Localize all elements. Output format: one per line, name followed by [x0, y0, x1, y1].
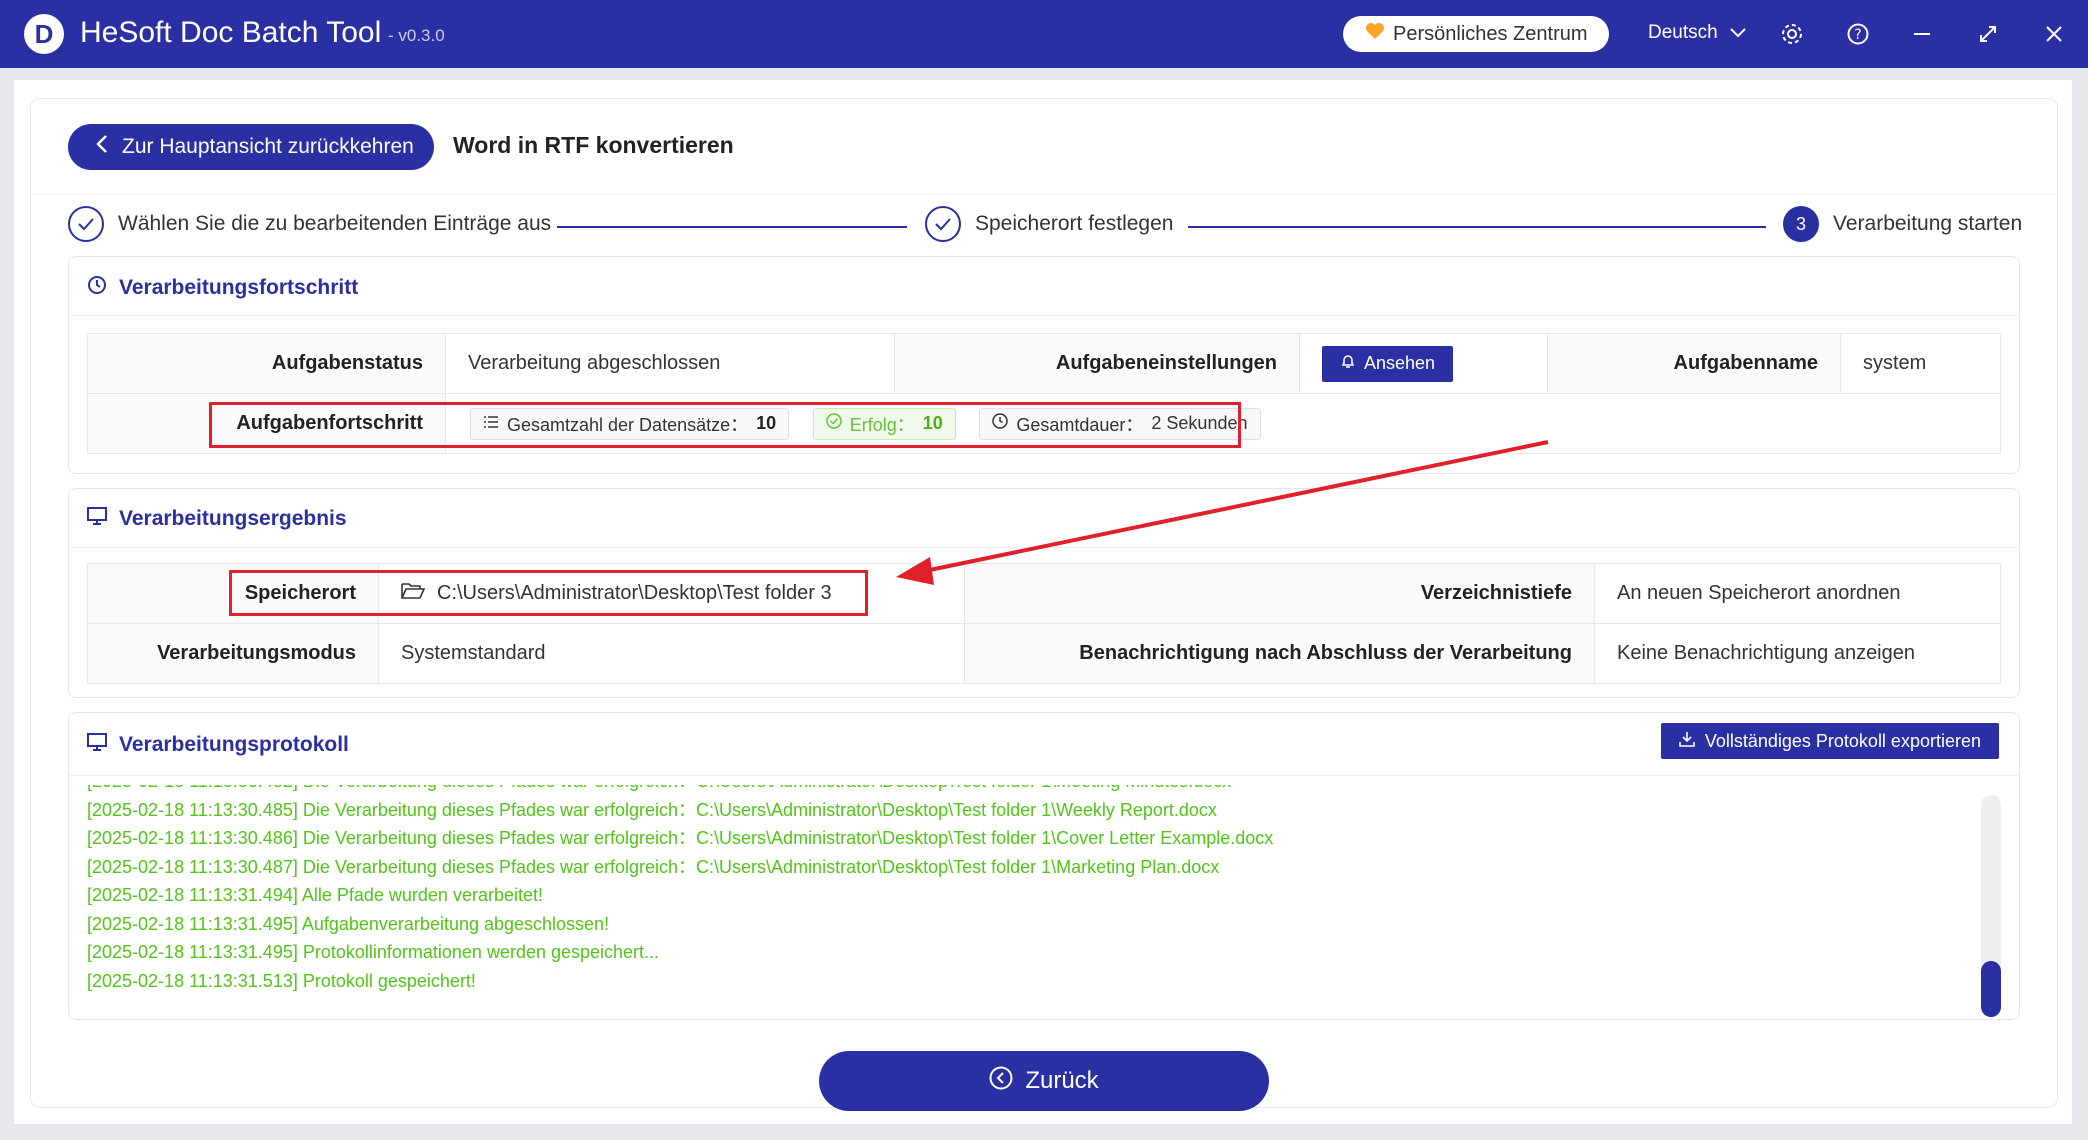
return-button[interactable]: Zurück: [819, 1051, 1269, 1111]
annotation-arrow: [896, 440, 1549, 585]
return-icon: [989, 1066, 1013, 1097]
return-label: Zurück: [1025, 1067, 1099, 1094]
